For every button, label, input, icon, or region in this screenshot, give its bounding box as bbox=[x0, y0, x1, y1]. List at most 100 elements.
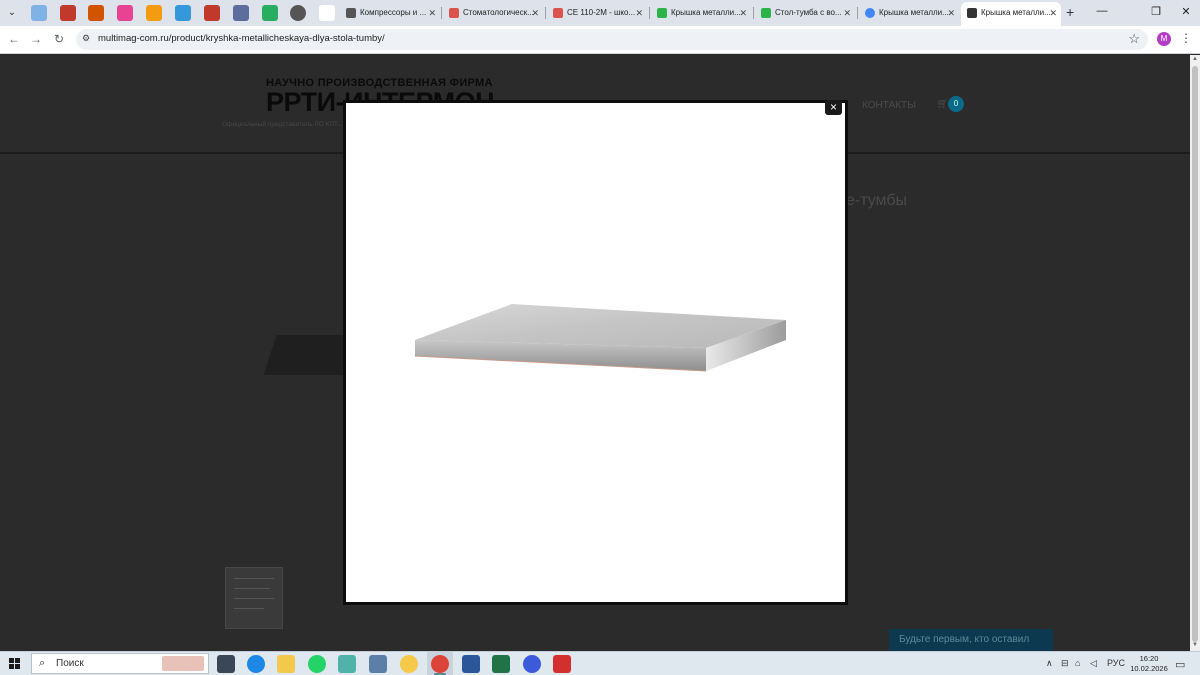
scroll-up-arrow-icon[interactable]: ▲ bbox=[1190, 56, 1200, 62]
tab-3[interactable]: Крышка металли... ✕ bbox=[651, 4, 751, 22]
clock-time: 16:20 bbox=[1139, 654, 1159, 663]
language-indicator[interactable]: РУС bbox=[1107, 658, 1125, 668]
browser-toolbar: ← → ↻ ⚙ multimag-com.ru/product/kryshka-… bbox=[0, 26, 1200, 54]
tab-close-icon[interactable]: ✕ bbox=[1049, 2, 1057, 24]
tab-search-chevron-icon[interactable]: ⌄ bbox=[4, 5, 20, 21]
nav-item-contacts[interactable]: КОНТАКТЫ bbox=[862, 100, 916, 111]
tab-close-icon[interactable]: ✕ bbox=[739, 4, 747, 22]
pinned-tab-shield-icon[interactable] bbox=[88, 5, 104, 21]
pinned-tab-doc-icon[interactable] bbox=[175, 5, 191, 21]
pinned-tab-emblem-icon[interactable] bbox=[60, 5, 76, 21]
pinned-tab-globe-icon[interactable] bbox=[290, 5, 306, 21]
address-bar[interactable]: ⚙ multimag-com.ru/product/kryshka-metall… bbox=[76, 29, 1148, 50]
cart-icon[interactable]: 🛒︎ bbox=[936, 99, 949, 110]
tab-close-icon[interactable]: ✕ bbox=[947, 4, 955, 22]
tab-divider bbox=[545, 7, 546, 19]
calculator-icon[interactable] bbox=[369, 655, 387, 673]
thumbnail-line bbox=[234, 578, 274, 579]
tab-4[interactable]: Стол-тумба с во... ✕ bbox=[755, 4, 855, 22]
logo-subtitle: Официальный представитель ЛО КПТ... bbox=[222, 121, 343, 128]
tab-divider bbox=[857, 7, 858, 19]
cart-count-badge: 0 bbox=[948, 96, 964, 112]
tab-label: Крышка металли... bbox=[879, 8, 949, 17]
tab-close-icon[interactable]: ✕ bbox=[843, 4, 851, 22]
notification-center-icon[interactable]: ▭ bbox=[1175, 658, 1185, 671]
tab-label: Крышка металли... bbox=[671, 8, 741, 17]
reload-icon[interactable]: ↻ bbox=[51, 32, 67, 46]
pinned-tab-atom-icon[interactable] bbox=[233, 5, 249, 21]
tab-close-icon[interactable]: ✕ bbox=[428, 4, 436, 22]
tab-5[interactable]: Крышка металли... ✕ bbox=[859, 4, 959, 22]
tab-1[interactable]: Стоматологическ... ✕ bbox=[443, 4, 543, 22]
thumbnail-line bbox=[234, 588, 270, 589]
word-icon[interactable] bbox=[462, 655, 480, 673]
lightbox-product-image bbox=[414, 304, 786, 372]
site-settings-icon[interactable]: ⚙ bbox=[82, 33, 90, 44]
tray-device-icon[interactable]: ⊟ bbox=[1061, 658, 1069, 669]
windows-taskbar: ⌕ Поиск ∧ ⊟ ⌂ ◁ РУС 16:20 10.02.2026 ▭ bbox=[0, 651, 1200, 675]
tab-divider bbox=[649, 7, 650, 19]
browser-menu-icon[interactable]: ⋮ bbox=[1180, 31, 1192, 45]
product-thumbnail[interactable] bbox=[225, 567, 283, 629]
back-arrow-icon[interactable]: ← bbox=[6, 32, 22, 46]
forward-arrow-icon[interactable]: → bbox=[28, 32, 44, 46]
browser-tab-strip: ⌄ Компрессоры и ... ✕ Стоматологическ... ✕… bbox=[0, 0, 1200, 26]
bookmark-star-icon[interactable]: ☆ bbox=[1128, 31, 1140, 47]
review-button[interactable]: Будьте первым, кто оставил отзыв bbox=[889, 629, 1053, 651]
thumbnail-line bbox=[234, 608, 264, 609]
network-icon[interactable]: ⌂ bbox=[1075, 658, 1080, 668]
search-label: Поиск bbox=[56, 658, 84, 669]
task-view-icon[interactable] bbox=[217, 655, 235, 673]
tab-2[interactable]: СЕ 110-2М - шко... ✕ bbox=[547, 4, 647, 22]
scroll-down-arrow-icon[interactable]: ▼ bbox=[1190, 642, 1200, 648]
tab-divider bbox=[753, 7, 754, 19]
app-circle-icon[interactable] bbox=[523, 655, 541, 673]
pinned-tab-mail-icon[interactable] bbox=[31, 5, 47, 21]
edge-icon[interactable] bbox=[247, 655, 265, 673]
excel-icon[interactable] bbox=[492, 655, 510, 673]
thumbnail-line bbox=[234, 598, 274, 599]
whatsapp-icon[interactable] bbox=[308, 655, 326, 673]
tab-label: Компрессоры и ... bbox=[360, 8, 427, 17]
tab-active[interactable]: Крышка металли... ✕ bbox=[961, 2, 1061, 26]
scrollbar-thumb[interactable] bbox=[1192, 66, 1198, 642]
tab-favicon-icon bbox=[346, 8, 356, 18]
file-explorer-icon[interactable] bbox=[277, 655, 295, 673]
pinned-tab-page-icon[interactable] bbox=[319, 5, 335, 21]
minimize-icon[interactable]: — bbox=[1092, 5, 1112, 17]
pinned-tab-bolt-icon[interactable] bbox=[146, 5, 162, 21]
lightbox-close-button[interactable]: × bbox=[825, 100, 842, 115]
url-text[interactable]: multimag-com.ru/product/kryshka-metallic… bbox=[98, 33, 385, 44]
tab-close-icon[interactable]: ✕ bbox=[635, 4, 643, 22]
tab-favicon-google-icon bbox=[865, 8, 875, 18]
taskbar-clock[interactable]: 16:20 10.02.2026 bbox=[1129, 654, 1169, 674]
product-title: е-тумбы bbox=[846, 192, 908, 209]
tab-label: Крышка металли... bbox=[981, 8, 1051, 17]
pdf-reader-icon[interactable] bbox=[553, 655, 571, 673]
restore-icon[interactable]: ❐ bbox=[1146, 5, 1166, 18]
profile-avatar[interactable]: M bbox=[1157, 32, 1171, 46]
pinned-tab-sheet-icon[interactable] bbox=[262, 5, 278, 21]
pinned-tab-emblem2-icon[interactable] bbox=[204, 5, 220, 21]
pinned-tab-rings-icon[interactable] bbox=[117, 5, 133, 21]
tab-favicon-icon bbox=[449, 8, 459, 18]
new-tab-button[interactable]: + bbox=[1066, 4, 1074, 20]
windows-start-icon[interactable] bbox=[9, 658, 21, 670]
tab-label: СЕ 110-2М - шко... bbox=[567, 8, 636, 17]
tab-favicon-icon bbox=[967, 8, 977, 18]
tab-label: Стол-тумба с во... bbox=[775, 8, 842, 17]
app-icon[interactable] bbox=[338, 655, 356, 673]
tab-favicon-icon bbox=[553, 8, 563, 18]
notification-app-icon[interactable] bbox=[400, 655, 418, 673]
volume-icon[interactable]: ◁ bbox=[1090, 658, 1097, 669]
search-highlight-image bbox=[162, 656, 204, 671]
tab-divider bbox=[441, 7, 442, 19]
tab-0[interactable]: Компрессоры и ... ✕ bbox=[340, 4, 440, 22]
taskbar-search[interactable]: ⌕ Поиск bbox=[31, 653, 209, 674]
tray-chevron-icon[interactable]: ∧ bbox=[1046, 658, 1053, 669]
tab-favicon-plus-icon bbox=[761, 8, 771, 18]
window-close-icon[interactable]: ✕ bbox=[1176, 5, 1196, 18]
tab-favicon-plus-icon bbox=[657, 8, 667, 18]
chrome-icon[interactable] bbox=[431, 655, 449, 673]
tab-close-icon[interactable]: ✕ bbox=[531, 4, 539, 22]
